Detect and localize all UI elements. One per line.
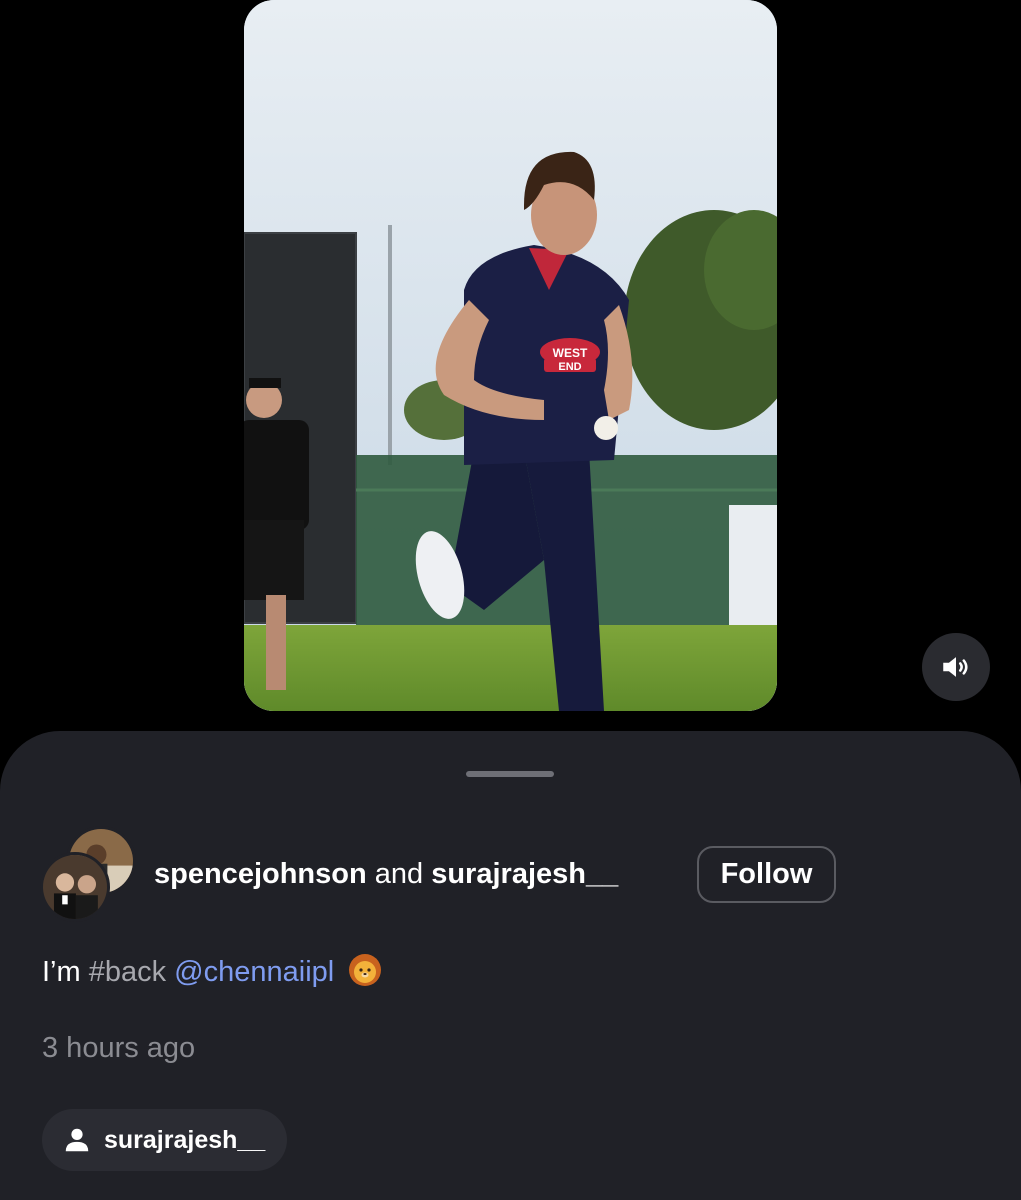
post-authors: spencejohnson and surajrajesh__ — [154, 857, 618, 891]
lion-face-icon — [348, 953, 382, 987]
tagged-user-chip[interactable]: surajrajesh__ — [42, 1109, 288, 1171]
tagged-username: surajrajesh__ — [104, 1125, 266, 1154]
authors-joiner: and — [374, 858, 424, 890]
shirt-sponsor-line1: WEST — [553, 346, 588, 360]
author-username[interactable]: spencejohnson — [154, 858, 367, 890]
author-username[interactable]: surajrajesh__ — [431, 858, 618, 890]
post-timestamp: 3 hours ago — [42, 1032, 196, 1064]
shirt-sponsor-line2: END — [558, 361, 581, 373]
caption-hashtag[interactable]: #back — [89, 956, 166, 988]
post-caption: I’m #back @chennaiipl — [42, 953, 382, 989]
sheet-drag-handle[interactable] — [466, 771, 554, 777]
caption-mention[interactable]: @chennaiipl — [174, 956, 334, 988]
post-details-sheet: spencejohnson and surajrajesh__ Follow I… — [0, 731, 1021, 1200]
video-frame-image: WEST END — [244, 0, 777, 711]
person-icon — [65, 1128, 89, 1152]
sound-toggle-button[interactable] — [922, 633, 990, 701]
reel-viewer: WEST END spencejohnson and surajrajesh__… — [0, 0, 1021, 1200]
avatar-spencejohnson[interactable] — [40, 852, 110, 922]
author-avatars[interactable] — [40, 826, 140, 922]
follow-button[interactable]: Follow — [697, 846, 836, 903]
speaker-on-icon — [943, 657, 968, 677]
video-player[interactable]: WEST END — [244, 0, 777, 711]
caption-text: I’m — [42, 956, 89, 988]
